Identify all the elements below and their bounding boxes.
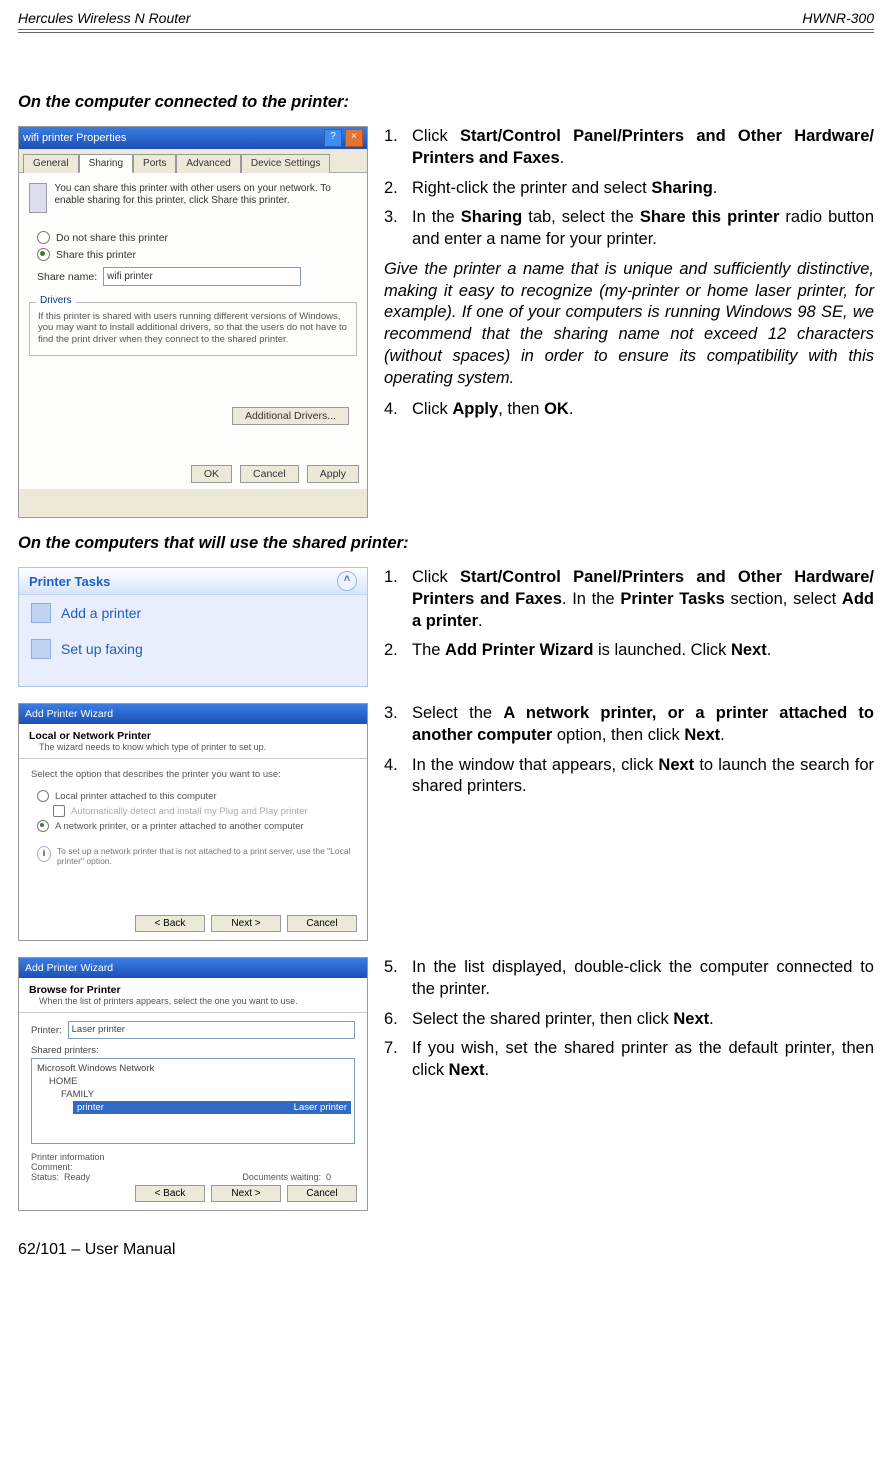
s2-step6: Select the shared printer, then click Ne… [412,1009,874,1031]
s1-step4: Click Apply, then OK. [412,399,874,421]
tab-ports[interactable]: Ports [133,154,176,173]
wizard-subheading: The wizard needs to know which type of p… [39,742,357,752]
radio-network-label: A network printer, or a printer attached… [55,821,304,832]
radio-local-printer[interactable]: Local printer attached to this computer [37,790,355,802]
comment-label: Comment: [31,1162,73,1172]
printer-tree[interactable]: Microsoft Windows Network HOME FAMILY pr… [31,1058,355,1144]
tree-sel-name: printer [77,1102,104,1113]
add-printer-icon [31,603,51,623]
next-button[interactable]: Next > [211,915,281,932]
tree-home[interactable]: HOME [35,1075,351,1088]
drivers-description: If this printer is shared with users run… [38,311,348,345]
shared-printers-label: Shared printers: [31,1045,355,1056]
tab-advanced[interactable]: Advanced [176,154,240,173]
printer-field-label: Printer: [31,1025,62,1036]
printer-info-title: Printer information [31,1152,355,1162]
fax-icon [31,639,51,659]
wizard-lead: Select the option that describes the pri… [31,769,355,780]
radio-network-printer[interactable]: A network printer, or a printer attached… [37,820,355,832]
section2-block1: 1.Click Start/Control Panel/Printers and… [384,567,874,670]
status-label: Status: [31,1172,59,1182]
dialog-titlebar: wifi printer Properties ? × [19,127,367,149]
section1-title: On the computer connected to the printer… [18,93,874,112]
wizard-titlebar: Add Printer Wizard [19,704,367,724]
radio-share-label: Share this printer [56,249,136,261]
page-header: Hercules Wireless N Router HWNR-300 [18,8,874,29]
tree-selected-printer[interactable]: printer Laser printer [73,1101,351,1114]
radio-share[interactable]: Share this printer [37,248,357,261]
tab-device-settings[interactable]: Device Settings [241,154,330,173]
s2-step3: Select the A network printer, or a print… [412,703,874,747]
cancel-button[interactable]: Cancel [287,915,357,932]
apply-button[interactable]: Apply [307,465,359,483]
wizard-titlebar: Add Printer Wizard [19,958,367,978]
page-footer: 62/101 – User Manual [18,1241,874,1259]
section2-block2: 3.Select the A network printer, or a pri… [384,703,874,806]
tabs-bar: General Sharing Ports Advanced Device Se… [19,149,367,173]
s2-step5: In the list displayed, double-click the … [412,957,874,1001]
docs-value: 0 [326,1172,331,1182]
add-printer-label: Add a printer [61,605,141,621]
back-button[interactable]: < Back [135,1185,205,1202]
section2-block3: 5.In the list displayed, double-click th… [384,957,874,1090]
ok-button[interactable]: OK [191,465,232,483]
info-icon: i [37,846,51,862]
browse-heading: Browse for Printer [29,984,357,996]
cancel-button[interactable]: Cancel [287,1185,357,1202]
cancel-button[interactable]: Cancel [240,465,299,483]
tab-sharing[interactable]: Sharing [79,154,133,173]
docs-label: Documents waiting: [242,1172,321,1182]
share-name-input[interactable]: wifi printer [103,267,301,286]
autodetect-label: Automatically detect and install my Plug… [71,806,308,817]
printer-tasks-title: Printer Tasks [29,574,110,589]
header-right: HWNR-300 [802,10,874,26]
help-icon[interactable]: ? [324,129,342,147]
radio-no-share[interactable]: Do not share this printer [37,231,357,244]
radio-local-label: Local printer attached to this computer [55,791,217,802]
browse-for-printer-wizard: Add Printer Wizard Browse for Printer Wh… [18,957,368,1211]
printer-field[interactable]: Laser printer [68,1021,355,1039]
sharing-description: You can share this printer with other us… [55,183,340,213]
close-icon[interactable]: × [345,129,363,147]
tree-sel-desc: Laser printer [294,1102,347,1113]
section1-instructions: 1.Click Start/Control Panel/Printers and… [384,126,874,429]
header-left: Hercules Wireless N Router [18,10,191,26]
checkbox-autodetect: Automatically detect and install my Plug… [53,805,355,817]
printer-icon [29,183,47,213]
s1-step3: In the Sharing tab, select the Share thi… [412,207,874,251]
s2-step1: Click Start/Control Panel/Printers and O… [412,567,874,632]
s2-step4: In the window that appears, click Next t… [412,755,874,799]
wizard-note: To set up a network printer that is not … [57,846,355,866]
setup-faxing-label: Set up faxing [61,641,143,657]
s1-step1: Click Start/Control Panel/Printers and O… [412,126,874,170]
radio-no-share-label: Do not share this printer [56,232,168,244]
add-printer-wizard-type: Add Printer Wizard Local or Network Prin… [18,703,368,941]
dialog-title: wifi printer Properties [23,132,126,144]
s1-step2: Right-click the printer and select Shari… [412,178,874,200]
tree-family[interactable]: FAMILY [35,1088,351,1101]
share-name-label: Share name: [37,271,97,283]
wizard-heading: Local or Network Printer [29,730,357,742]
s2-step7: If you wish, set the shared printer as t… [412,1038,874,1082]
status-value: Ready [64,1172,90,1182]
s2-step2: The Add Printer Wizard is launched. Clic… [412,640,874,662]
setup-faxing-link[interactable]: Set up faxing [19,631,367,667]
s1-note: Give the printer a name that is unique a… [384,259,874,390]
tree-root[interactable]: Microsoft Windows Network [35,1062,351,1075]
header-divider [18,29,874,33]
printer-properties-dialog: wifi printer Properties ? × General Shar… [18,126,368,518]
add-printer-link[interactable]: Add a printer [19,595,367,631]
back-button[interactable]: < Back [135,915,205,932]
additional-drivers-button[interactable]: Additional Drivers... [232,407,349,425]
next-button[interactable]: Next > [211,1185,281,1202]
drivers-group-title: Drivers [36,295,76,306]
tab-general[interactable]: General [23,154,79,173]
printer-tasks-panel: Printer Tasks ˄ Add a printer Set up fax… [18,567,368,687]
browse-subheading: When the list of printers appears, selec… [39,996,357,1006]
collapse-icon[interactable]: ˄ [337,571,357,591]
section2-title: On the computers that will use the share… [18,534,874,553]
